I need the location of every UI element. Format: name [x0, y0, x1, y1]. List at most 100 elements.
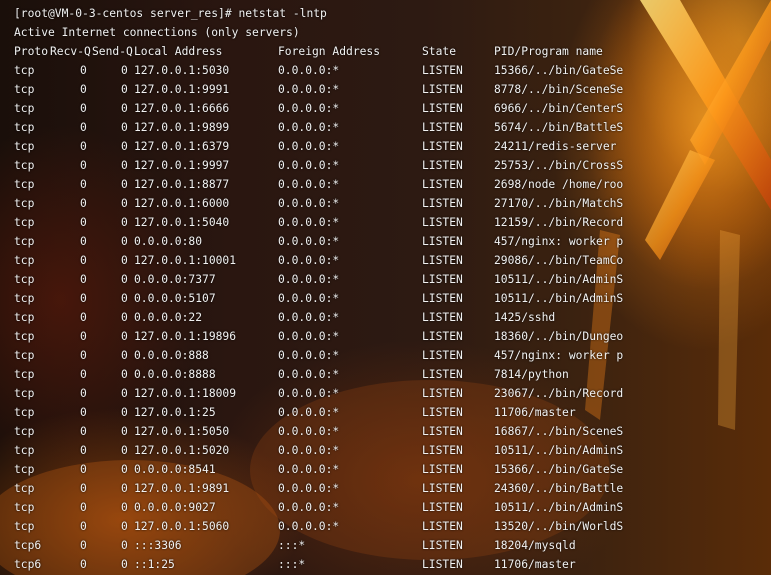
- send-q-cell: 0: [121, 330, 128, 343]
- pid-program-cell: 27170/../bin/MatchS: [494, 197, 624, 210]
- foreign-address-cell: 0.0.0.0:*: [278, 501, 340, 514]
- table-row: tcp 0 0 127.0.0.1:6666 0.0.0.0:* LISTEN 6966/.…: [14, 99, 771, 118]
- pid-program-cell: 5674/../bin/BattleS: [494, 121, 624, 134]
- proto-cell: tcp: [14, 235, 35, 248]
- table-row: tcp 0 0 127.0.0.1:5040 0.0.0.0:* LISTEN 12159/…: [14, 213, 771, 232]
- proto-cell: tcp6: [14, 539, 42, 552]
- pid-program-cell: 25753/../bin/CrossS: [494, 159, 624, 172]
- pid-program-cell: 13520/../bin/WorldS: [494, 520, 624, 533]
- foreign-address-cell: 0.0.0.0:*: [278, 425, 340, 438]
- header-proto: Proto: [14, 45, 49, 58]
- state-cell: LISTEN: [422, 482, 463, 495]
- send-q-cell: 0: [121, 463, 128, 476]
- recv-q-cell: 0: [80, 406, 87, 419]
- state-cell: LISTEN: [422, 444, 463, 457]
- state-cell: LISTEN: [422, 368, 463, 381]
- table-row: tcp 0 0 0.0.0.0:80 0.0.0.0:* LISTEN 457/nginx:…: [14, 232, 771, 251]
- foreign-address-cell: :::*: [278, 558, 306, 571]
- header-pid-program: PID/Program name: [494, 45, 603, 58]
- state-cell: LISTEN: [422, 406, 463, 419]
- recv-q-cell: 0: [80, 254, 87, 267]
- state-cell: LISTEN: [422, 387, 463, 400]
- local-address-cell: 127.0.0.1:10001: [134, 254, 237, 267]
- pid-program-cell: 18204/mysqld: [494, 539, 576, 552]
- recv-q-cell: 0: [80, 425, 87, 438]
- proto-cell: tcp: [14, 197, 35, 210]
- proto-cell: tcp: [14, 387, 35, 400]
- terminal-output: [root@VM-0-3-centos server_res]# netstat…: [14, 4, 771, 574]
- state-cell: LISTEN: [422, 463, 463, 476]
- table-row: tcp 0 0 127.0.0.1:8877 0.0.0.0:* LISTEN 2698/n…: [14, 175, 771, 194]
- proto-cell: tcp: [14, 330, 35, 343]
- pid-program-cell: 18360/../bin/Dungeo: [494, 330, 624, 343]
- proto-cell: tcp: [14, 444, 35, 457]
- proto-cell: tcp: [14, 121, 35, 134]
- state-cell: LISTEN: [422, 121, 463, 134]
- local-address-cell: ::1:25: [134, 558, 175, 571]
- recv-q-cell: 0: [80, 121, 87, 134]
- state-cell: LISTEN: [422, 539, 463, 552]
- recv-q-cell: 0: [80, 539, 87, 552]
- table-row: tcp 0 0 127.0.0.1:9997 0.0.0.0:* LISTEN 25753/…: [14, 156, 771, 175]
- pid-program-cell: 457/nginx: worker p: [494, 235, 624, 248]
- send-q-cell: 0: [121, 83, 128, 96]
- recv-q-cell: 0: [80, 102, 87, 115]
- foreign-address-cell: 0.0.0.0:*: [278, 83, 340, 96]
- foreign-address-cell: 0.0.0.0:*: [278, 520, 340, 533]
- state-cell: LISTEN: [422, 520, 463, 533]
- info-line: Active Internet connections (only server…: [14, 26, 300, 39]
- local-address-cell: 0.0.0.0:22: [134, 311, 203, 324]
- table-row: tcp 0 0 127.0.0.1:6379 0.0.0.0:* LISTEN 24211/…: [14, 137, 771, 156]
- connection-list: tcp 0 0 127.0.0.1:5030 0.0.0.0:* LISTEN 15366/…: [14, 61, 771, 574]
- foreign-address-cell: 0.0.0.0:*: [278, 406, 340, 419]
- pid-program-cell: 8778/../bin/SceneSe: [494, 83, 624, 96]
- recv-q-cell: 0: [80, 235, 87, 248]
- local-address-cell: 0.0.0.0:5107: [134, 292, 216, 305]
- state-cell: LISTEN: [422, 311, 463, 324]
- proto-cell: tcp: [14, 463, 35, 476]
- pid-program-cell: 11706/master: [494, 558, 576, 571]
- local-address-cell: 127.0.0.1:5020: [134, 444, 230, 457]
- send-q-cell: 0: [121, 273, 128, 286]
- recv-q-cell: 0: [80, 558, 87, 571]
- table-row: tcp 0 0 0.0.0.0:8541 0.0.0.0:* LISTEN 15366/..…: [14, 460, 771, 479]
- send-q-cell: 0: [121, 102, 128, 115]
- local-address-cell: 0.0.0.0:7377: [134, 273, 216, 286]
- local-address-cell: 127.0.0.1:18009: [134, 387, 237, 400]
- proto-cell: tcp: [14, 406, 35, 419]
- send-q-cell: 0: [121, 311, 128, 324]
- recv-q-cell: 0: [80, 501, 87, 514]
- table-row: tcp 0 0 127.0.0.1:19896 0.0.0.0:* LISTEN 18360…: [14, 327, 771, 346]
- local-address-cell: 0.0.0.0:888: [134, 349, 209, 362]
- proto-cell: tcp: [14, 216, 35, 229]
- local-address-cell: 0.0.0.0:80: [134, 235, 203, 248]
- send-q-cell: 0: [121, 197, 128, 210]
- local-address-cell: 127.0.0.1:9991: [134, 83, 230, 96]
- table-row: tcp6 0 0::1:25:::* LISTEN 11706/master: [14, 555, 771, 574]
- foreign-address-cell: 0.0.0.0:*: [278, 463, 340, 476]
- pid-program-cell: 10511/../bin/AdminS: [494, 273, 624, 286]
- local-address-cell: 127.0.0.1:6379: [134, 140, 230, 153]
- terminal-window[interactable]: [root@VM-0-3-centos server_res]# netstat…: [0, 0, 771, 575]
- send-q-cell: 0: [121, 216, 128, 229]
- recv-q-cell: 0: [80, 463, 87, 476]
- recv-q-cell: 0: [80, 83, 87, 96]
- table-row: tcp 0 0 127.0.0.1:9899 0.0.0.0:* LISTEN 5674/.…: [14, 118, 771, 137]
- local-address-cell: 127.0.0.1:6666: [134, 102, 230, 115]
- state-cell: LISTEN: [422, 64, 463, 77]
- local-address-cell: 127.0.0.1:9899: [134, 121, 230, 134]
- state-cell: LISTEN: [422, 178, 463, 191]
- send-q-cell: 0: [121, 387, 128, 400]
- table-row: tcp 0 0 127.0.0.1:9991 0.0.0.0:* LISTEN 8778/.…: [14, 80, 771, 99]
- recv-q-cell: 0: [80, 520, 87, 533]
- recv-q-cell: 0: [80, 273, 87, 286]
- recv-q-cell: 0: [80, 444, 87, 457]
- send-q-cell: 0: [121, 349, 128, 362]
- local-address-cell: 0.0.0.0:8888: [134, 368, 216, 381]
- table-row: tcp 0 0 127.0.0.1:5030 0.0.0.0:* LISTEN 15366/…: [14, 61, 771, 80]
- pid-program-cell: 24360/../bin/Battle: [494, 482, 624, 495]
- table-row: tcp 0 0 127.0.0.1:25 0.0.0.0:* LISTEN 11706/ma…: [14, 403, 771, 422]
- table-row: tcp 0 0 127.0.0.1:6000 0.0.0.0:* LISTEN 27170/…: [14, 194, 771, 213]
- proto-cell: tcp: [14, 368, 35, 381]
- recv-q-cell: 0: [80, 349, 87, 362]
